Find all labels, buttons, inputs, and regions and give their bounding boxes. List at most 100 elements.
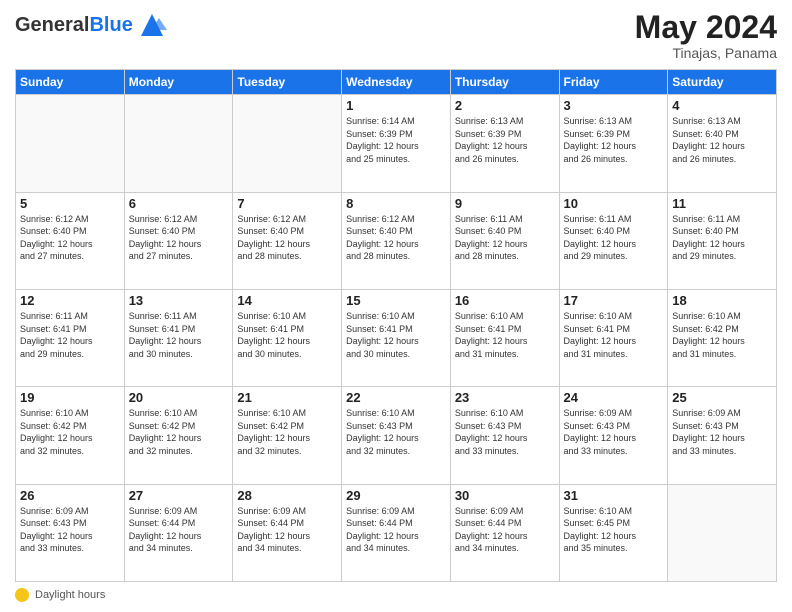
calendar-day: 31 Sunrise: 6:10 AM Sunset: 6:45 PM Dayli…	[559, 484, 668, 581]
location: Tinajas, Panama	[635, 45, 777, 61]
calendar-day	[233, 95, 342, 192]
logo-icon	[137, 10, 167, 40]
calendar-day: 16 Sunrise: 6:10 AM Sunset: 6:41 PM Dayli…	[450, 289, 559, 386]
day-detail: Sunrise: 6:10 AM Sunset: 6:42 PM Dayligh…	[672, 310, 772, 360]
day-detail: Sunrise: 6:09 AM Sunset: 6:44 PM Dayligh…	[129, 505, 229, 555]
day-detail: Sunrise: 6:12 AM Sunset: 6:40 PM Dayligh…	[20, 213, 120, 263]
month-title: May 2024	[635, 10, 777, 45]
day-detail: Sunrise: 6:13 AM Sunset: 6:40 PM Dayligh…	[672, 115, 772, 165]
header: GeneralBlue May 2024 Tinajas, Panama	[15, 10, 777, 61]
page: GeneralBlue May 2024 Tinajas, Panama Sun…	[0, 0, 792, 612]
calendar-day	[124, 95, 233, 192]
day-detail: Sunrise: 6:09 AM Sunset: 6:43 PM Dayligh…	[672, 407, 772, 457]
day-detail: Sunrise: 6:11 AM Sunset: 6:40 PM Dayligh…	[455, 213, 555, 263]
calendar-week-4: 19 Sunrise: 6:10 AM Sunset: 6:42 PM Dayli…	[16, 387, 777, 484]
day-number: 17	[564, 293, 664, 308]
calendar-day: 8Sunrise: 6:12 AM Sunset: 6:40 PM Daylig…	[342, 192, 451, 289]
day-number: 6	[129, 196, 229, 211]
calendar-week-1: 1 Sunrise: 6:14 AM Sunset: 6:39 PM Daylig…	[16, 95, 777, 192]
calendar-day: 2 Sunrise: 6:13 AM Sunset: 6:39 PM Daylig…	[450, 95, 559, 192]
day-number: 22	[346, 390, 446, 405]
calendar-day: 11 Sunrise: 6:11 AM Sunset: 6:40 PM Dayli…	[668, 192, 777, 289]
calendar-day: 12 Sunrise: 6:11 AM Sunset: 6:41 PM Dayli…	[16, 289, 125, 386]
calendar-day: 7 Sunrise: 6:12 AM Sunset: 6:40 PM Daylig…	[233, 192, 342, 289]
day-detail: Sunrise: 6:09 AM Sunset: 6:44 PM Dayligh…	[455, 505, 555, 555]
col-wednesday: Wednesday	[342, 70, 451, 95]
calendar-day: 26Sunrise: 6:09 AM Sunset: 6:43 PM Dayli…	[16, 484, 125, 581]
day-number: 25	[672, 390, 772, 405]
day-number: 12	[20, 293, 120, 308]
day-number: 4	[672, 98, 772, 113]
day-detail: Sunrise: 6:10 AM Sunset: 6:42 PM Dayligh…	[237, 407, 337, 457]
calendar-day	[668, 484, 777, 581]
calendar-day: 28 Sunrise: 6:09 AM Sunset: 6:44 PM Dayli…	[233, 484, 342, 581]
day-number: 3	[564, 98, 664, 113]
calendar-day: 23Sunrise: 6:10 AM Sunset: 6:43 PM Dayli…	[450, 387, 559, 484]
day-detail: Sunrise: 6:10 AM Sunset: 6:42 PM Dayligh…	[129, 407, 229, 457]
day-number: 14	[237, 293, 337, 308]
day-number: 21	[237, 390, 337, 405]
day-number: 31	[564, 488, 664, 503]
day-detail: Sunrise: 6:13 AM Sunset: 6:39 PM Dayligh…	[455, 115, 555, 165]
day-detail: Sunrise: 6:10 AM Sunset: 6:41 PM Dayligh…	[455, 310, 555, 360]
calendar-day: 14 Sunrise: 6:10 AM Sunset: 6:41 PM Dayli…	[233, 289, 342, 386]
calendar-day	[16, 95, 125, 192]
calendar-table: Sunday Monday Tuesday Wednesday Thursday…	[15, 69, 777, 582]
calendar-day: 22 Sunrise: 6:10 AM Sunset: 6:43 PM Dayli…	[342, 387, 451, 484]
day-detail: Sunrise: 6:09 AM Sunset: 6:44 PM Dayligh…	[237, 505, 337, 555]
calendar-day: 27Sunrise: 6:09 AM Sunset: 6:44 PM Dayli…	[124, 484, 233, 581]
calendar-day: 18Sunrise: 6:10 AM Sunset: 6:42 PM Dayli…	[668, 289, 777, 386]
calendar-day: 6 Sunrise: 6:12 AM Sunset: 6:40 PM Daylig…	[124, 192, 233, 289]
day-number: 1	[346, 98, 446, 113]
day-detail: Sunrise: 6:12 AM Sunset: 6:40 PM Dayligh…	[129, 213, 229, 263]
calendar-day: 30Sunrise: 6:09 AM Sunset: 6:44 PM Dayli…	[450, 484, 559, 581]
calendar-day: 25 Sunrise: 6:09 AM Sunset: 6:43 PM Dayli…	[668, 387, 777, 484]
day-number: 19	[20, 390, 120, 405]
calendar-day: 21 Sunrise: 6:10 AM Sunset: 6:42 PM Dayli…	[233, 387, 342, 484]
calendar-day: 17 Sunrise: 6:10 AM Sunset: 6:41 PM Dayli…	[559, 289, 668, 386]
day-detail: Sunrise: 6:10 AM Sunset: 6:41 PM Dayligh…	[564, 310, 664, 360]
day-detail: Sunrise: 6:10 AM Sunset: 6:43 PM Dayligh…	[346, 407, 446, 457]
footer: Daylight hours	[15, 588, 777, 602]
day-detail: Sunrise: 6:13 AM Sunset: 6:39 PM Dayligh…	[564, 115, 664, 165]
calendar-day: 5 Sunrise: 6:12 AM Sunset: 6:40 PM Daylig…	[16, 192, 125, 289]
col-friday: Friday	[559, 70, 668, 95]
day-number: 11	[672, 196, 772, 211]
day-detail: Sunrise: 6:10 AM Sunset: 6:41 PM Dayligh…	[237, 310, 337, 360]
day-detail: Sunrise: 6:10 AM Sunset: 6:42 PM Dayligh…	[20, 407, 120, 457]
logo: GeneralBlue	[15, 10, 167, 40]
day-detail: Sunrise: 6:12 AM Sunset: 6:40 PM Dayligh…	[237, 213, 337, 263]
day-number: 2	[455, 98, 555, 113]
calendar-header-row: Sunday Monday Tuesday Wednesday Thursday…	[16, 70, 777, 95]
day-detail: Sunrise: 6:10 AM Sunset: 6:45 PM Dayligh…	[564, 505, 664, 555]
day-detail: Sunrise: 6:14 AM Sunset: 6:39 PM Dayligh…	[346, 115, 446, 165]
col-thursday: Thursday	[450, 70, 559, 95]
sun-icon	[15, 588, 29, 602]
day-detail: Sunrise: 6:11 AM Sunset: 6:40 PM Dayligh…	[672, 213, 772, 263]
col-tuesday: Tuesday	[233, 70, 342, 95]
day-number: 5	[20, 196, 120, 211]
calendar-day: 1 Sunrise: 6:14 AM Sunset: 6:39 PM Daylig…	[342, 95, 451, 192]
calendar-week-5: 26Sunrise: 6:09 AM Sunset: 6:43 PM Dayli…	[16, 484, 777, 581]
calendar-day: 10Sunrise: 6:11 AM Sunset: 6:40 PM Dayli…	[559, 192, 668, 289]
day-number: 29	[346, 488, 446, 503]
col-monday: Monday	[124, 70, 233, 95]
day-number: 15	[346, 293, 446, 308]
day-number: 16	[455, 293, 555, 308]
calendar-day: 4 Sunrise: 6:13 AM Sunset: 6:40 PM Daylig…	[668, 95, 777, 192]
day-detail: Sunrise: 6:09 AM Sunset: 6:44 PM Dayligh…	[346, 505, 446, 555]
day-number: 23	[455, 390, 555, 405]
day-number: 28	[237, 488, 337, 503]
day-detail: Sunrise: 6:10 AM Sunset: 6:41 PM Dayligh…	[346, 310, 446, 360]
day-number: 7	[237, 196, 337, 211]
day-detail: Sunrise: 6:12 AM Sunset: 6:40 PM Dayligh…	[346, 213, 446, 263]
calendar-day: 9Sunrise: 6:11 AM Sunset: 6:40 PM Daylig…	[450, 192, 559, 289]
calendar-day: 24Sunrise: 6:09 AM Sunset: 6:43 PM Dayli…	[559, 387, 668, 484]
calendar-day: 3 Sunrise: 6:13 AM Sunset: 6:39 PM Daylig…	[559, 95, 668, 192]
calendar-day: 29 Sunrise: 6:09 AM Sunset: 6:44 PM Dayli…	[342, 484, 451, 581]
calendar-day: 13Sunrise: 6:11 AM Sunset: 6:41 PM Dayli…	[124, 289, 233, 386]
logo-blue-text: Blue	[89, 14, 132, 36]
calendar-week-2: 5 Sunrise: 6:12 AM Sunset: 6:40 PM Daylig…	[16, 192, 777, 289]
col-saturday: Saturday	[668, 70, 777, 95]
day-detail: Sunrise: 6:11 AM Sunset: 6:41 PM Dayligh…	[20, 310, 120, 360]
